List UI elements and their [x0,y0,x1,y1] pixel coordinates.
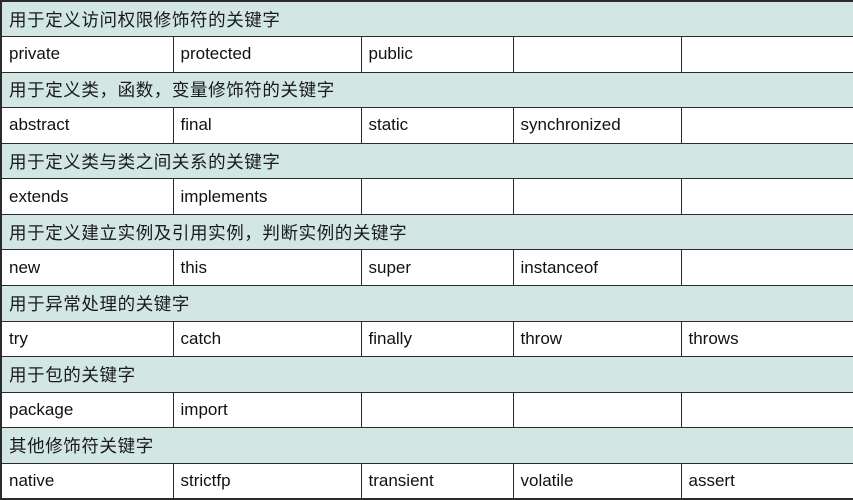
section-header-label: 用于异常处理的关键字 [0,285,853,322]
keyword-cell [680,249,853,286]
section-header-label: 用于定义类与类之间关系的关键字 [0,142,853,180]
keyword-cell: try [0,320,174,358]
section-header-label: 用于定义访问权限修饰符的关键字 [0,0,853,38]
keyword-cell [512,178,682,215]
keyword-cell [360,178,514,215]
keyword-cell: package [0,391,174,429]
keyword-cell: import [172,391,362,429]
keyword-cell: abstract [0,107,174,144]
keyword-cell: catch [172,320,362,358]
section-header-label: 用于定义类，函数，变量修饰符的关键字 [0,71,853,109]
keyword-cell: final [172,107,362,144]
keyword-cell: strictfp [172,462,362,500]
keyword-cell [680,107,853,144]
keyword-cell: volatile [512,462,682,500]
keyword-cell [512,36,682,73]
keyword-cell [360,391,514,429]
keyword-cell [512,391,682,429]
table-row: native strictfp transient volatile asser… [0,462,853,500]
keyword-cell [680,178,853,215]
keyword-cell: private [0,36,174,73]
keyword-cell: extends [0,178,174,215]
section-header-row: 其他修饰符关键字 [0,427,853,464]
section-header-row: 用于定义类，函数，变量修饰符的关键字 [0,71,853,109]
keyword-cell: protected [172,36,362,73]
section-header-row: 用于包的关键字 [0,356,853,393]
keyword-cell: synchronized [512,107,682,144]
section-header-label: 其他修饰符关键字 [0,427,853,464]
section-header-label: 用于定义建立实例及引用实例，判断实例的关键字 [0,213,853,251]
table-row: abstract final static synchronized [0,107,853,144]
section-header-row: 用于定义类与类之间关系的关键字 [0,142,853,180]
keyword-cell [680,391,853,429]
section-header-label: 用于包的关键字 [0,356,853,393]
keyword-cell: public [360,36,514,73]
keyword-cell: super [360,249,514,286]
keyword-cell [680,36,853,73]
keyword-cell: native [0,462,174,500]
keyword-cell: throw [512,320,682,358]
keyword-cell: throws [680,320,853,358]
keyword-cell: assert [680,462,853,500]
table-row: try catch finally throw throws [0,320,853,358]
java-keywords-table: 用于定义访问权限修饰符的关键字 private protected public… [0,0,853,500]
keyword-cell: transient [360,462,514,500]
table-row: package import [0,391,853,429]
keyword-cell: this [172,249,362,286]
table-row: private protected public [0,36,853,73]
keyword-cell: new [0,249,174,286]
keyword-cell: finally [360,320,514,358]
table-body: 用于定义访问权限修饰符的关键字 private protected public… [0,0,853,500]
table-row: new this super instanceof [0,249,853,286]
keyword-cell: instanceof [512,249,682,286]
section-header-row: 用于定义访问权限修饰符的关键字 [0,0,853,38]
keyword-cell: static [360,107,514,144]
keyword-cell: implements [172,178,362,215]
section-header-row: 用于定义建立实例及引用实例，判断实例的关键字 [0,213,853,251]
section-header-row: 用于异常处理的关键字 [0,285,853,322]
table-row: extends implements [0,178,853,215]
